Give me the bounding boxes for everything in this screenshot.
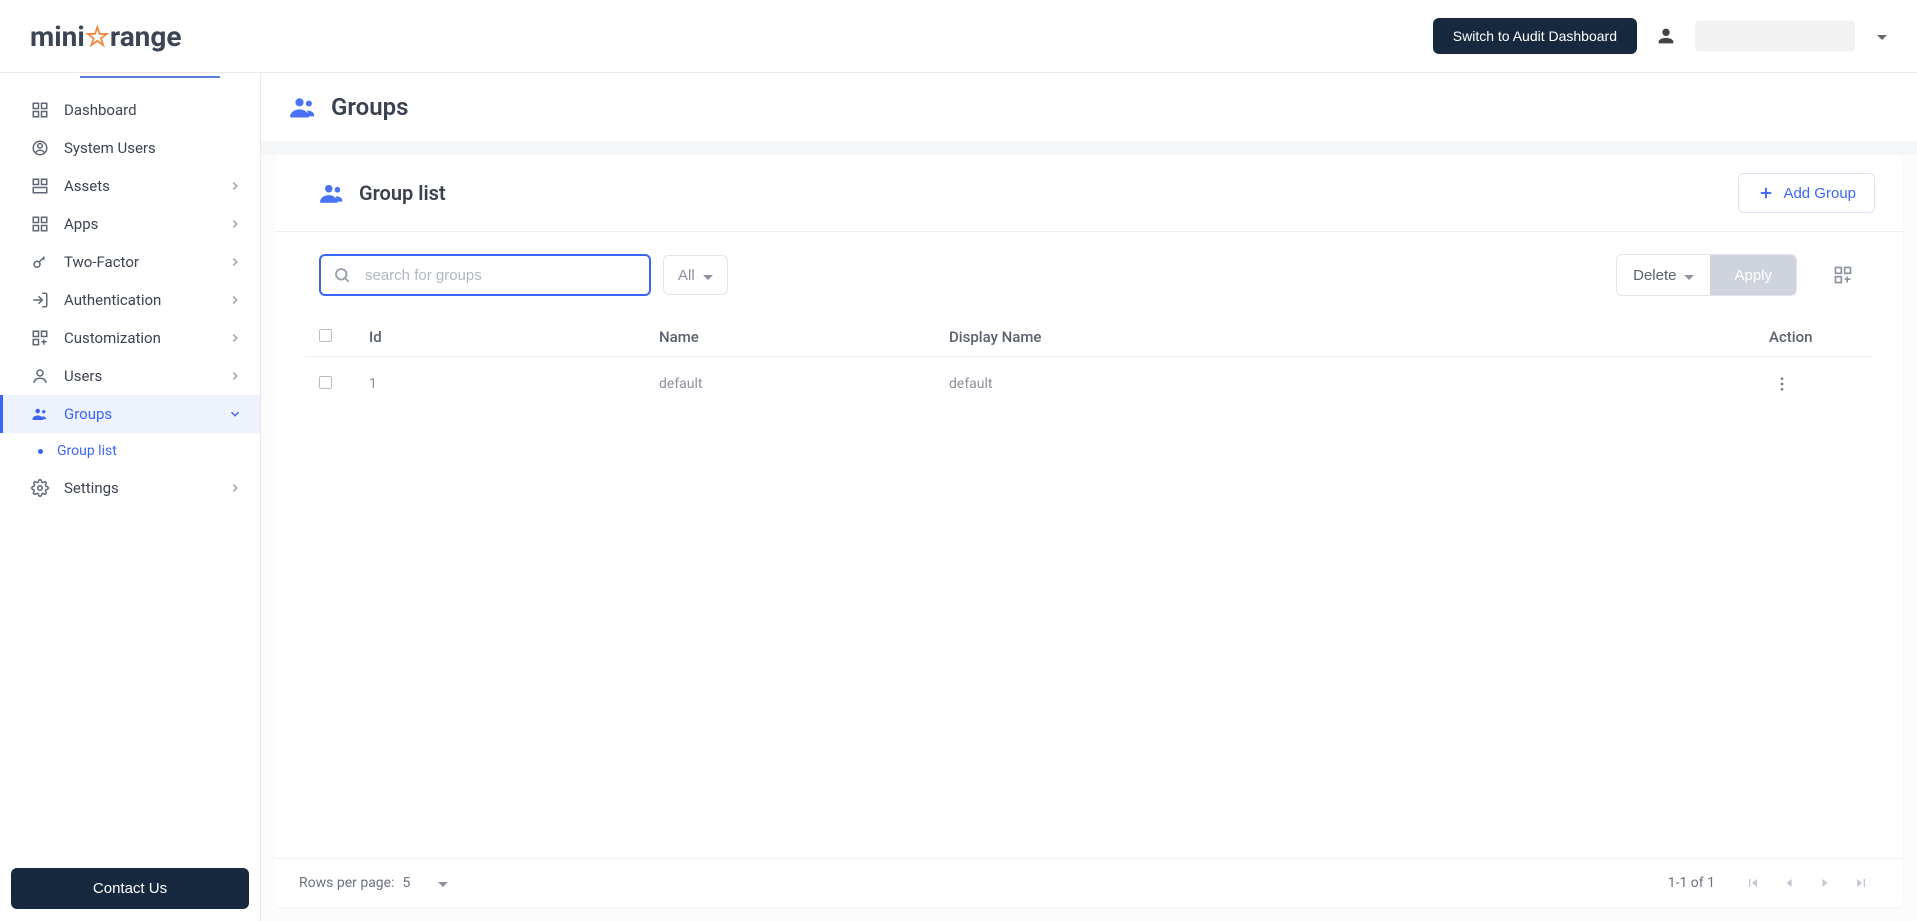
dashboard-icon xyxy=(30,101,50,119)
table-header: Id Name Display Name Action xyxy=(305,318,1873,357)
chevron-right-icon xyxy=(228,217,242,231)
page-header: Groups xyxy=(261,73,1917,141)
main-content: Groups Group list Add Group xyxy=(261,73,1917,921)
table-row: 1 default default xyxy=(305,357,1873,412)
first-page-button[interactable] xyxy=(1735,869,1771,897)
header-right: Switch to Audit Dashboard xyxy=(1433,18,1887,54)
sidebar-item-customization[interactable]: Customization xyxy=(0,319,260,357)
rows-per-page-select[interactable]: 5 xyxy=(402,875,448,891)
triangle-down-icon xyxy=(1684,267,1694,284)
groups-icon xyxy=(289,93,317,121)
apps-icon xyxy=(30,215,50,233)
page-title: Groups xyxy=(331,93,408,121)
sidebar-label: Authentication xyxy=(64,291,161,309)
sidebar-label: Groups xyxy=(64,405,112,423)
switch-dashboard-button[interactable]: Switch to Audit Dashboard xyxy=(1433,18,1637,54)
cell-id: 1 xyxy=(369,376,659,392)
filter-all-label: All xyxy=(678,267,695,284)
next-page-button[interactable] xyxy=(1807,869,1843,897)
chevron-right-icon xyxy=(228,481,242,495)
th-action: Action xyxy=(1769,328,1859,346)
card-header: Group list Add Group xyxy=(275,155,1903,232)
th-name: Name xyxy=(659,328,949,346)
th-display-name: Display Name xyxy=(949,328,1769,346)
prev-page-button[interactable] xyxy=(1771,869,1807,897)
pagination-range: 1-1 of 1 xyxy=(1668,875,1715,891)
rows-per-page-value: 5 xyxy=(402,875,410,891)
sidebar-item-apps[interactable]: Apps xyxy=(0,205,260,243)
th-id: Id xyxy=(369,328,659,346)
chevron-down-icon xyxy=(228,407,242,421)
toolbar: All Delete Apply xyxy=(275,232,1903,318)
groups-icon xyxy=(30,405,50,423)
sidebar-label: Settings xyxy=(64,479,119,497)
add-group-button[interactable]: Add Group xyxy=(1738,173,1875,213)
plus-icon xyxy=(1757,184,1775,202)
select-all-checkbox[interactable] xyxy=(319,329,332,342)
view-grid-button[interactable] xyxy=(1827,259,1859,291)
sidebar: Dashboard System Users Assets Apps Two-F… xyxy=(0,73,261,921)
search-input[interactable] xyxy=(319,254,651,296)
user-menu-caret-icon[interactable] xyxy=(1877,30,1887,43)
logo[interactable]: mini☆range xyxy=(30,20,182,53)
chevron-right-icon xyxy=(228,179,242,193)
customization-icon xyxy=(30,329,50,347)
triangle-down-icon xyxy=(703,267,713,284)
chevron-right-icon xyxy=(228,293,242,307)
settings-icon xyxy=(30,479,50,497)
cell-display-name: default xyxy=(949,376,1769,392)
sidebar-label: Dashboard xyxy=(64,101,137,119)
sidebar-item-dashboard[interactable]: Dashboard xyxy=(0,91,260,129)
sidebar-label: Users xyxy=(64,367,102,385)
user-menu[interactable] xyxy=(1695,21,1855,51)
chevron-right-icon xyxy=(228,369,242,383)
row-actions-button[interactable] xyxy=(1769,371,1795,397)
delete-label: Delete xyxy=(1633,267,1676,284)
system-users-icon xyxy=(30,139,50,157)
card-footer: Rows per page: 5 1-1 of 1 xyxy=(275,858,1903,907)
chevron-right-icon xyxy=(228,255,242,269)
triangle-down-icon xyxy=(438,875,448,891)
authentication-icon xyxy=(30,291,50,309)
user-icon xyxy=(1655,25,1677,47)
sidebar-item-authentication[interactable]: Authentication xyxy=(0,281,260,319)
assets-icon xyxy=(30,177,50,195)
top-header: mini☆range Switch to Audit Dashboard xyxy=(0,0,1917,73)
card-title: Group list xyxy=(359,181,446,205)
groups-table: Id Name Display Name Action 1 default de… xyxy=(275,318,1903,858)
filter-all-dropdown[interactable]: All xyxy=(663,255,728,295)
bulk-action-group: Delete Apply xyxy=(1616,254,1797,296)
sidebar-item-groups[interactable]: Groups xyxy=(0,395,260,433)
sidebar-label: Two-Factor xyxy=(64,253,139,271)
sidebar-item-users[interactable]: Users xyxy=(0,357,260,395)
cell-name: default xyxy=(659,376,949,392)
sidebar-label: Apps xyxy=(64,215,98,233)
sidebar-item-assets[interactable]: Assets xyxy=(0,167,260,205)
group-list-card: Group list Add Group All D xyxy=(275,155,1903,907)
sidebar-sub-label: Group list xyxy=(57,443,117,459)
groups-icon xyxy=(319,180,345,206)
apply-button[interactable]: Apply xyxy=(1710,255,1796,295)
contact-us-button[interactable]: Contact Us xyxy=(11,868,249,909)
dot-icon xyxy=(38,449,43,454)
chevron-right-icon xyxy=(228,331,242,345)
sidebar-label: Customization xyxy=(64,329,161,347)
sidebar-label: System Users xyxy=(64,139,156,157)
sidebar-label: Assets xyxy=(64,177,110,195)
row-checkbox[interactable] xyxy=(319,376,332,389)
two-factor-icon xyxy=(30,253,50,271)
sidebar-item-settings[interactable]: Settings xyxy=(0,469,260,507)
search-icon xyxy=(333,266,351,284)
add-group-label: Add Group xyxy=(1783,185,1856,202)
sidebar-subitem-group-list[interactable]: Group list xyxy=(0,433,260,469)
last-page-button[interactable] xyxy=(1843,869,1879,897)
delete-dropdown[interactable]: Delete xyxy=(1617,255,1710,295)
sidebar-item-system-users[interactable]: System Users xyxy=(0,129,260,167)
sidebar-item-two-factor[interactable]: Two-Factor xyxy=(0,243,260,281)
users-icon xyxy=(30,367,50,385)
rows-per-page-label: Rows per page: xyxy=(299,875,394,891)
